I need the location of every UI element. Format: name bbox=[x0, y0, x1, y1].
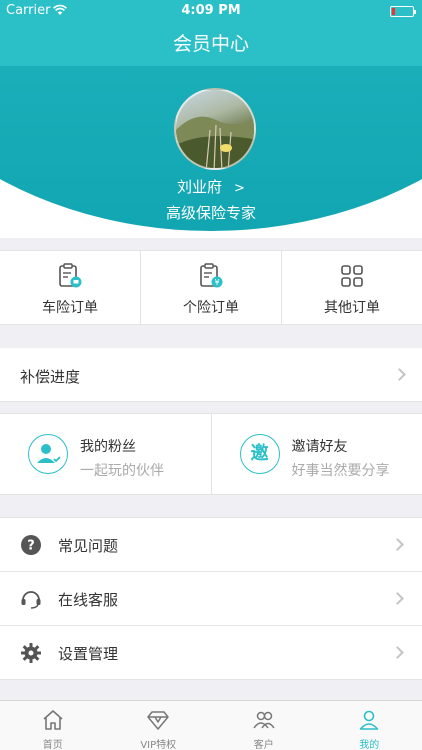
svg-text:¥: ¥ bbox=[214, 278, 219, 287]
fans-icon bbox=[28, 434, 68, 474]
invite-friends-button[interactable]: 邀 邀请好友 好事当然要分享 bbox=[210, 414, 422, 494]
tab-bar: 首页 VIP特权 客户 我的 bbox=[0, 700, 422, 750]
chevron-right-icon bbox=[393, 368, 406, 381]
avatar[interactable] bbox=[174, 88, 256, 170]
svg-text:?: ? bbox=[27, 539, 35, 554]
fans-subtitle: 一起玩的伙伴 bbox=[80, 463, 164, 479]
faq-row[interactable]: ? 常见问题 bbox=[0, 518, 422, 572]
profile-header: 刘业府 > 高级保险专家 bbox=[0, 66, 422, 238]
other-orders-grid-icon bbox=[341, 265, 363, 287]
tab-label: VIP特权 bbox=[140, 740, 177, 750]
faq-label: 常见问题 bbox=[58, 537, 119, 555]
compensation-progress-label: 补偿进度 bbox=[20, 368, 81, 386]
home-icon bbox=[43, 710, 63, 730]
profile-name-row[interactable]: 刘业府 > bbox=[0, 176, 422, 197]
compensation-progress-row[interactable]: 补偿进度 bbox=[0, 348, 422, 402]
profile-role: 高级保险专家 bbox=[165, 204, 256, 222]
tab-label: 客户 bbox=[253, 740, 274, 750]
orders-section: 车险订单 ¥ 个险订单 其他订单 bbox=[0, 250, 422, 325]
order-label: 其他订单 bbox=[324, 300, 380, 316]
invite-icon: 邀 bbox=[239, 434, 280, 474]
gear-icon bbox=[21, 643, 41, 663]
user-icon bbox=[359, 710, 379, 730]
order-label: 车险订单 bbox=[42, 300, 98, 316]
chevron-right-icon bbox=[391, 646, 404, 659]
chevron-right-icon: > bbox=[234, 181, 245, 196]
page-title: 会员中心 bbox=[0, 22, 422, 66]
my-fans-button[interactable]: 我的粉丝 一起玩的伙伴 bbox=[0, 414, 211, 494]
settings-list: ? 常见问题 在线客服 设置管理 bbox=[0, 517, 422, 680]
tab-label: 我的 bbox=[359, 740, 380, 750]
online-service-row[interactable]: 在线客服 bbox=[0, 572, 422, 626]
personal-insurance-order-button[interactable]: ¥ 个险订单 bbox=[140, 251, 281, 324]
invite-subtitle: 好事当然要分享 bbox=[291, 463, 390, 479]
profile-name: 刘业府 bbox=[177, 178, 223, 196]
chevron-right-icon bbox=[391, 538, 404, 551]
chevron-right-icon bbox=[391, 592, 404, 605]
personal-insurance-order-icon: ¥ bbox=[200, 263, 223, 288]
settings-label: 设置管理 bbox=[58, 645, 119, 663]
tab-vip[interactable]: VIP特权 bbox=[106, 701, 212, 750]
tab-customers[interactable]: 客户 bbox=[211, 701, 317, 750]
social-section: 我的粉丝 一起玩的伙伴 邀 邀请好友 好事当然要分享 bbox=[0, 413, 422, 495]
diamond-icon bbox=[147, 711, 169, 730]
fans-title: 我的粉丝 bbox=[80, 439, 136, 455]
invite-title: 邀请好友 bbox=[291, 439, 348, 455]
online-service-label: 在线客服 bbox=[58, 591, 119, 609]
question-icon: ? bbox=[21, 535, 41, 555]
tab-label: 首页 bbox=[42, 740, 63, 750]
headset-icon bbox=[21, 591, 41, 609]
other-orders-button[interactable]: 其他订单 bbox=[281, 251, 422, 324]
car-insurance-order-button[interactable]: 车险订单 bbox=[0, 251, 140, 324]
status-bar: Carrier 4:09 PM bbox=[0, 0, 422, 22]
status-time: 4:09 PM bbox=[181, 3, 241, 18]
settings-row[interactable]: 设置管理 bbox=[0, 626, 422, 680]
order-label: 个险订单 bbox=[183, 300, 239, 316]
tab-mine[interactable]: 我的 bbox=[317, 701, 422, 750]
battery-icon bbox=[390, 6, 416, 17]
customers-icon bbox=[253, 711, 275, 729]
tab-home[interactable]: 首页 bbox=[0, 701, 106, 750]
car-insurance-order-icon bbox=[59, 263, 82, 288]
